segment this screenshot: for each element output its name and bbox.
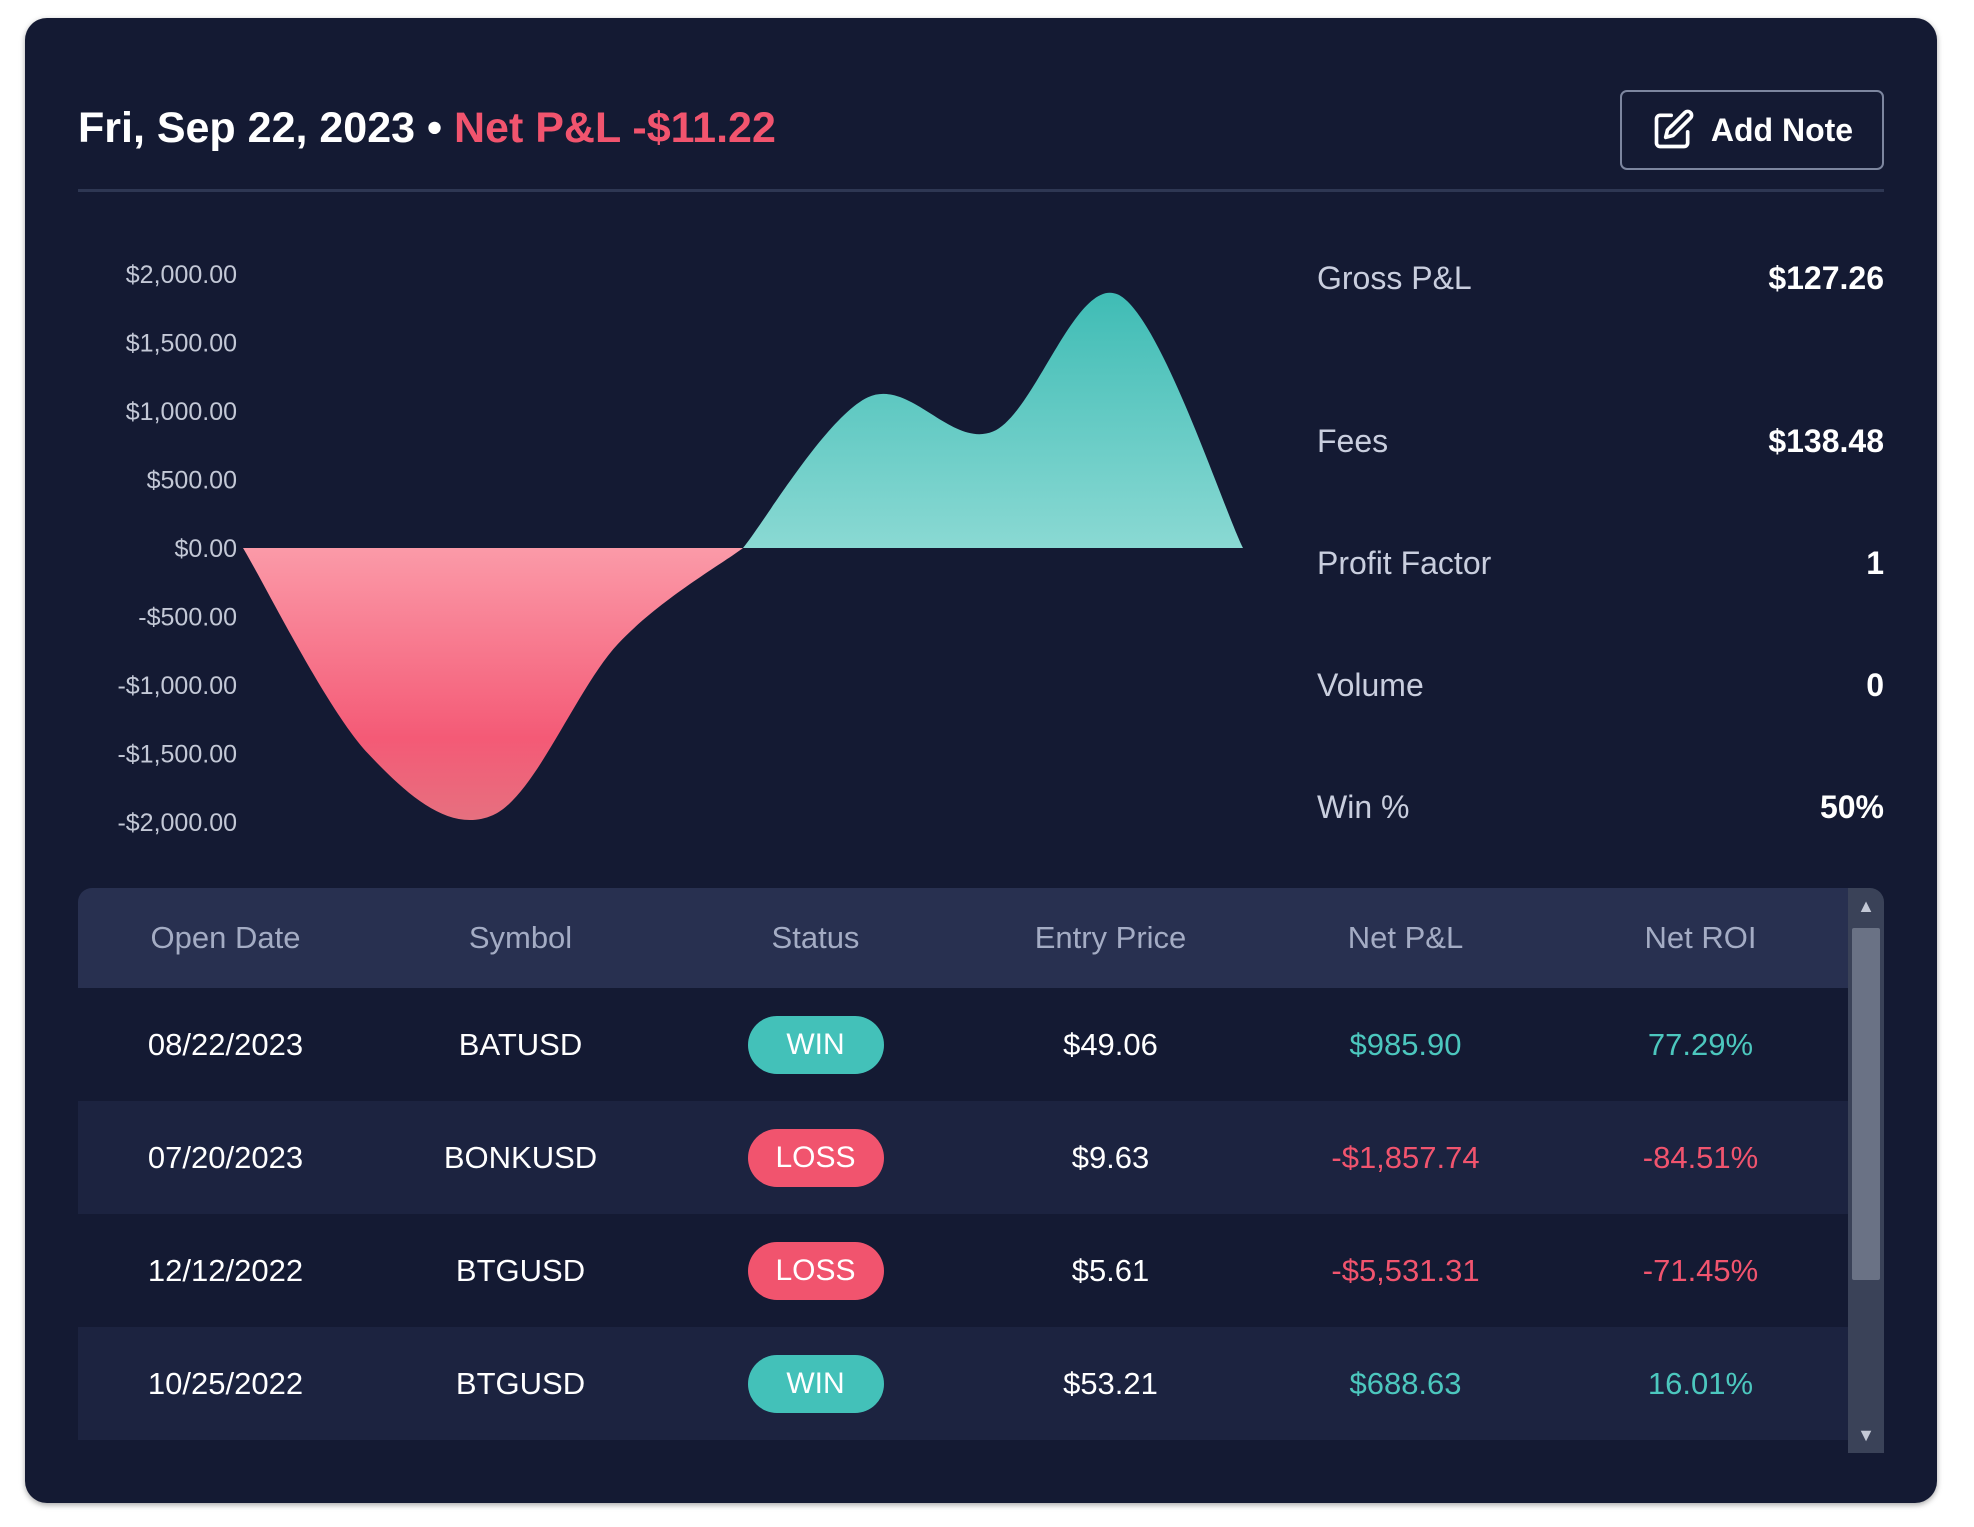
header-divider xyxy=(78,189,1884,192)
table-row[interactable]: 12/12/2022 BTGUSD LOSS $5.61 -$5,531.31 … xyxy=(78,1214,1848,1327)
y-tick-label: -$1,000.00 xyxy=(117,672,237,700)
table-scrollbar[interactable]: ▲ ▼ xyxy=(1848,888,1884,1453)
status-badge: LOSS xyxy=(747,1128,884,1187)
cell-net-pnl: -$1,857.74 xyxy=(1331,1139,1480,1175)
cell-net-roi: 77.29% xyxy=(1647,1026,1754,1062)
day-summary-card: Fri, Sep 22, 2023 • Net P&L -$11.22 Add … xyxy=(25,18,1937,1503)
scroll-up-arrow-icon[interactable]: ▲ xyxy=(1848,888,1884,924)
stat-value: 50% xyxy=(1819,788,1884,825)
scroll-down-arrow-icon[interactable]: ▼ xyxy=(1848,1417,1884,1453)
trades-table-container: Open Date Symbol Status Entry Price Net … xyxy=(78,888,1884,1453)
date-label: Fri, Sep 22, 2023 xyxy=(78,104,416,152)
stat-label: Fees xyxy=(1317,422,1389,459)
stat-value: $127.26 xyxy=(1768,259,1884,296)
add-note-button[interactable]: Add Note xyxy=(1620,90,1884,170)
cell-symbol: BONKUSD xyxy=(443,1139,598,1175)
pnl-area-chart: $2,000.00 $1,500.00 $1,000.00 $500.00 $0.00 -… xyxy=(117,261,1243,837)
trades-table: Open Date Symbol Status Entry Price Net … xyxy=(78,888,1848,1440)
page-title: Fri, Sep 22, 2023 • Net P&L -$11.22 xyxy=(78,104,776,153)
table-row[interactable]: 07/20/2023 BONKUSD LOSS $9.63 -$1,857.74… xyxy=(78,1101,1848,1214)
stat-row-volume: Volume 0 xyxy=(1317,624,1884,746)
column-header-open-date[interactable]: Open Date xyxy=(78,888,373,988)
stat-value: $138.48 xyxy=(1768,422,1884,459)
cell-net-pnl: $688.63 xyxy=(1349,1365,1462,1401)
cell-status: WIN xyxy=(668,988,963,1101)
status-badge: LOSS xyxy=(747,1241,884,1300)
cell-entry-price: $9.63 xyxy=(1071,1139,1150,1175)
column-header-status[interactable]: Status xyxy=(668,888,963,988)
cell-symbol: BTGUSD xyxy=(455,1365,586,1401)
stat-label: Win % xyxy=(1317,788,1410,825)
status-badge: WIN xyxy=(747,1354,884,1413)
positive-pnl-area xyxy=(743,292,1243,548)
cell-symbol: BATUSD xyxy=(458,1026,583,1062)
stat-label: Gross P&L xyxy=(1317,259,1472,296)
cell-open-date: 12/12/2022 xyxy=(147,1252,304,1288)
cell-net-pnl: $985.90 xyxy=(1349,1026,1462,1062)
card-header: Fri, Sep 22, 2023 • Net P&L -$11.22 Add … xyxy=(78,84,1884,174)
net-pnl-label: Net P&L -$11.22 xyxy=(453,104,776,152)
column-header-net-pnl[interactable]: Net P&L xyxy=(1258,888,1553,988)
cell-symbol: BTGUSD xyxy=(455,1252,586,1288)
cell-net-pnl: -$5,531.31 xyxy=(1331,1252,1480,1288)
column-header-symbol[interactable]: Symbol xyxy=(373,888,668,988)
edit-note-icon xyxy=(1654,109,1694,149)
y-tick-label: $0.00 xyxy=(174,535,237,563)
cell-open-date: 08/22/2023 xyxy=(147,1026,304,1062)
cell-status: LOSS xyxy=(668,1214,963,1327)
stat-label: Profit Factor xyxy=(1317,544,1492,581)
stat-row-profit-factor: Profit Factor 1 xyxy=(1317,502,1884,624)
scrollbar-thumb[interactable] xyxy=(1852,928,1880,1280)
add-note-label: Add Note xyxy=(1710,111,1854,148)
cell-entry-price: $49.06 xyxy=(1063,1026,1158,1062)
stat-value: 1 xyxy=(1866,544,1884,581)
y-tick-label: -$1,500.00 xyxy=(117,741,237,769)
y-tick-label: -$2,000.00 xyxy=(117,809,237,837)
y-tick-label: -$500.00 xyxy=(138,604,237,632)
table-row[interactable]: 08/22/2023 BATUSD WIN $49.06 $985.90 77.… xyxy=(78,988,1848,1101)
stat-row-fees: Fees $138.48 xyxy=(1317,380,1884,502)
stat-label: Volume xyxy=(1317,666,1424,703)
title-separator: • xyxy=(415,104,454,152)
stat-row-win-pct: Win % 50% xyxy=(1317,746,1884,868)
status-badge: WIN xyxy=(747,1015,884,1074)
y-tick-label: $2,000.00 xyxy=(126,261,237,289)
cell-entry-price: $5.61 xyxy=(1071,1252,1150,1288)
stat-row-gross-pnl: Gross P&L $127.26 xyxy=(1317,258,1884,298)
cell-net-roi: -71.45% xyxy=(1642,1252,1759,1288)
negative-pnl-area xyxy=(243,548,743,821)
cell-open-date: 07/20/2023 xyxy=(147,1139,304,1175)
cell-net-roi: -84.51% xyxy=(1642,1139,1759,1175)
stats-panel: Gross P&L $127.26 Fees $138.48 Profit Fa… xyxy=(1317,258,1884,868)
cell-net-roi: 16.01% xyxy=(1647,1365,1754,1401)
table-row[interactable]: 10/25/2022 BTGUSD WIN $53.21 $688.63 16.… xyxy=(78,1327,1848,1440)
y-tick-label: $1,000.00 xyxy=(126,398,237,426)
cell-status: LOSS xyxy=(668,1101,963,1214)
cell-status: WIN xyxy=(668,1327,963,1440)
cell-open-date: 10/25/2022 xyxy=(147,1365,304,1401)
column-header-net-roi[interactable]: Net ROI xyxy=(1553,888,1848,988)
table-header-row: Open Date Symbol Status Entry Price Net … xyxy=(78,888,1848,988)
cell-entry-price: $53.21 xyxy=(1063,1365,1158,1401)
y-tick-label: $1,500.00 xyxy=(126,330,237,358)
stat-value: 0 xyxy=(1866,666,1884,703)
column-header-entry-price[interactable]: Entry Price xyxy=(963,888,1258,988)
y-tick-label: $500.00 xyxy=(147,467,237,495)
